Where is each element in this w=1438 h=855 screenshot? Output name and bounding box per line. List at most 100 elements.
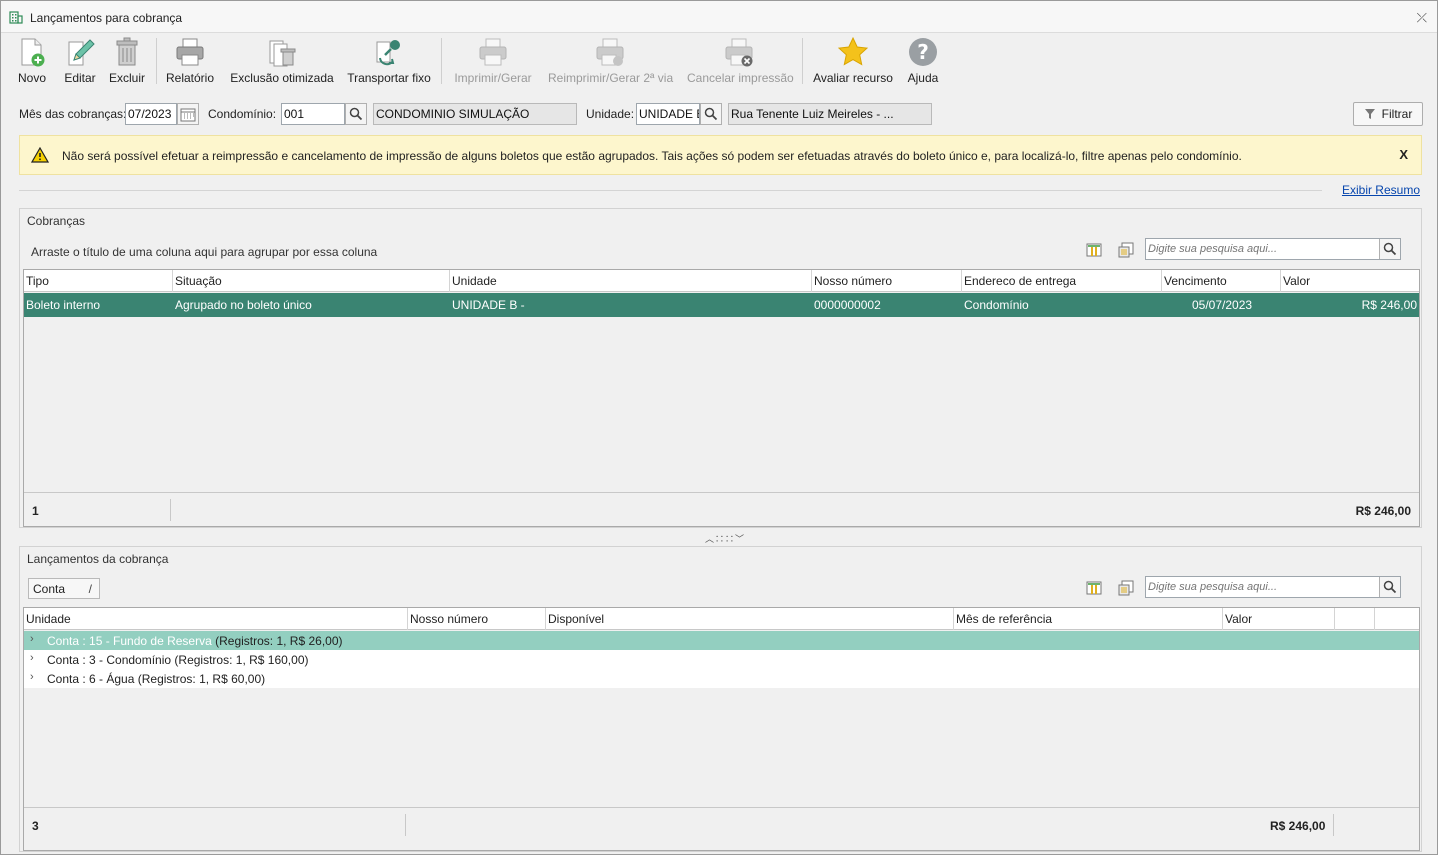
printer-icon [176, 38, 204, 66]
col-extra-1 [1335, 608, 1375, 630]
cell-unidade: UNIDADE B - [452, 298, 525, 312]
filtrar-label: Filtrar [1381, 107, 1413, 121]
col-endereco[interactable]: Endereco de entrega [962, 270, 1162, 292]
ajuda-button[interactable]: ? Ajuda [904, 36, 942, 88]
close-window-button[interactable]: ⤫ [1417, 10, 1427, 26]
group-by-conta-tag[interactable]: Conta / [28, 578, 100, 599]
col-unidade[interactable]: Unidade [24, 608, 408, 630]
col-valor[interactable]: Valor [1281, 270, 1419, 292]
calendar-button[interactable] [177, 103, 199, 125]
warning-close-button[interactable]: X [1399, 147, 1408, 162]
lancamentos-grid: Unidade Nosso número Disponível Mês de r… [23, 607, 1420, 851]
reprint-icon [596, 38, 624, 66]
export-grid-icon[interactable] [1118, 242, 1134, 258]
grid-footer: 3 R$ 246,00 [24, 807, 1419, 841]
cobrancas-search-input[interactable] [1146, 239, 1378, 259]
expand-chevron-icon[interactable]: › [30, 652, 34, 664]
unidade-input[interactable]: UNIDADE B [636, 103, 700, 125]
filter-row: Mês das cobranças: 07/2023 Condomínio: 0… [1, 99, 1437, 129]
excluir-button[interactable]: Excluir [108, 36, 146, 88]
expand-chevron-icon[interactable]: › [30, 633, 34, 645]
filtrar-button[interactable]: Filtrar [1353, 102, 1423, 126]
relatorio-label: Relatório [165, 71, 215, 85]
novo-label: Novo [17, 71, 46, 85]
cobrancas-grid: Tipo Situação Unidade Nosso número Ender… [23, 269, 1420, 527]
column-chooser-icon[interactable] [1086, 242, 1102, 258]
editar-button[interactable]: Editar [62, 36, 98, 88]
group-row[interactable]: › Conta : 15 - Fundo de Reserva (Registr… [24, 631, 1419, 650]
condominio-code-input[interactable]: 001 [281, 103, 345, 125]
footer-separator [1333, 814, 1334, 836]
grid-header: Tipo Situação Unidade Nosso número Ender… [24, 270, 1419, 292]
trash-icon [116, 37, 138, 66]
search-icon [1383, 580, 1397, 594]
col-mes-referencia[interactable]: Mês de referência [954, 608, 1223, 630]
condominio-name-field: CONDOMINIO SIMULAÇÃO [373, 103, 577, 125]
exibir-resumo-link[interactable]: Exibir Resumo [1342, 183, 1420, 197]
mes-input[interactable]: 07/2023 [125, 103, 177, 125]
col-tipo[interactable]: Tipo [24, 270, 173, 292]
reimprimir-button[interactable]: Reimprimir/Gerar 2ª via [548, 36, 673, 88]
column-chooser-icon[interactable] [1086, 580, 1102, 596]
col-unidade[interactable]: Unidade [450, 270, 812, 292]
warning-text: Não será possível efetuar a reimpressão … [62, 149, 1242, 163]
warning-banner: Não será possível efetuar a reimpressão … [19, 135, 1422, 175]
batch-delete-icon [269, 40, 296, 67]
avaliar-label: Avaliar recurso [813, 71, 893, 85]
cell-endereco: Condomínio [964, 298, 1029, 312]
lancamentos-search-button[interactable] [1379, 577, 1400, 597]
unidade-search-button[interactable] [700, 103, 722, 125]
group-label: Conta : 15 - Fundo de Reserva [47, 634, 212, 648]
col-situacao[interactable]: Situação [173, 270, 450, 292]
sort-indicator: / [88, 582, 92, 596]
footer-separator [170, 499, 171, 521]
new-document-icon [21, 38, 45, 67]
star-icon [837, 36, 869, 66]
group-label: Conta : 6 - Água [47, 672, 135, 686]
calendar-icon [180, 108, 196, 121]
col-vencimento[interactable]: Vencimento [1162, 270, 1281, 292]
search-icon [349, 107, 363, 121]
cobrancas-title: Cobranças [27, 214, 86, 228]
lancamentos-search[interactable] [1145, 576, 1401, 598]
group-row[interactable]: › Conta : 3 - Condomínio (Registros: 1, … [24, 650, 1419, 669]
cell-valor: R$ 246,00 [1361, 298, 1417, 312]
group-tag-label: Conta [33, 582, 66, 596]
relatorio-button[interactable]: Relatório [165, 36, 215, 88]
condominio-search-button[interactable] [345, 103, 367, 125]
cancelar-impressao-button[interactable]: Cancelar impressão [687, 36, 794, 88]
group-label: Conta : 3 - Condomínio [47, 653, 172, 667]
panel-splitter[interactable]: ︿∷∷﹀ [705, 532, 745, 545]
lancamentos-panel: Lançamentos da cobrança Conta / Unidade … [19, 546, 1422, 852]
cell-nosso-numero: 0000000002 [814, 298, 881, 312]
search-icon [704, 107, 718, 121]
novo-button[interactable]: Novo [10, 36, 54, 88]
toolbar-separator [441, 38, 442, 84]
title-bar: Lançamentos para cobrança ⤫ [1, 1, 1437, 33]
exclusao-label: Exclusão otimizada [230, 71, 334, 85]
table-row[interactable]: Boleto interno Agrupado no boleto único … [24, 293, 1419, 317]
imprimir-gerar-button[interactable]: Imprimir/Gerar [452, 36, 534, 88]
svg-text:?: ? [917, 40, 929, 64]
search-icon [1383, 242, 1397, 256]
toolbar-separator [802, 38, 803, 84]
avaliar-recurso-button[interactable]: Avaliar recurso [813, 36, 893, 88]
transportar-fixo-button[interactable]: Transportar fixo [347, 36, 431, 88]
exclusao-otimizada-button[interactable]: Exclusão otimizada [230, 36, 334, 88]
expand-chevron-icon[interactable]: › [30, 671, 34, 683]
col-valor[interactable]: Valor [1223, 608, 1335, 630]
cancelar-label: Cancelar impressão [687, 71, 794, 85]
col-nosso-numero[interactable]: Nosso número [812, 270, 962, 292]
mes-label: Mês das cobranças: [19, 107, 127, 121]
export-grid-icon[interactable] [1118, 580, 1134, 596]
cobrancas-search-button[interactable] [1379, 239, 1400, 259]
col-disponivel[interactable]: Disponível [546, 608, 954, 630]
col-extra-2 [1375, 608, 1419, 630]
main-window: Lançamentos para cobrança ⤫ Novo Editar [0, 0, 1438, 855]
group-summary: (Registros: 1, R$ 60,00) [137, 672, 266, 686]
lancamentos-search-input[interactable] [1146, 577, 1378, 597]
col-nosso-numero[interactable]: Nosso número [408, 608, 546, 630]
cobrancas-search[interactable] [1145, 238, 1401, 260]
total-value: R$ 246,00 [1270, 819, 1326, 833]
group-row[interactable]: › Conta : 6 - Água (Registros: 1, R$ 60,… [24, 669, 1419, 688]
